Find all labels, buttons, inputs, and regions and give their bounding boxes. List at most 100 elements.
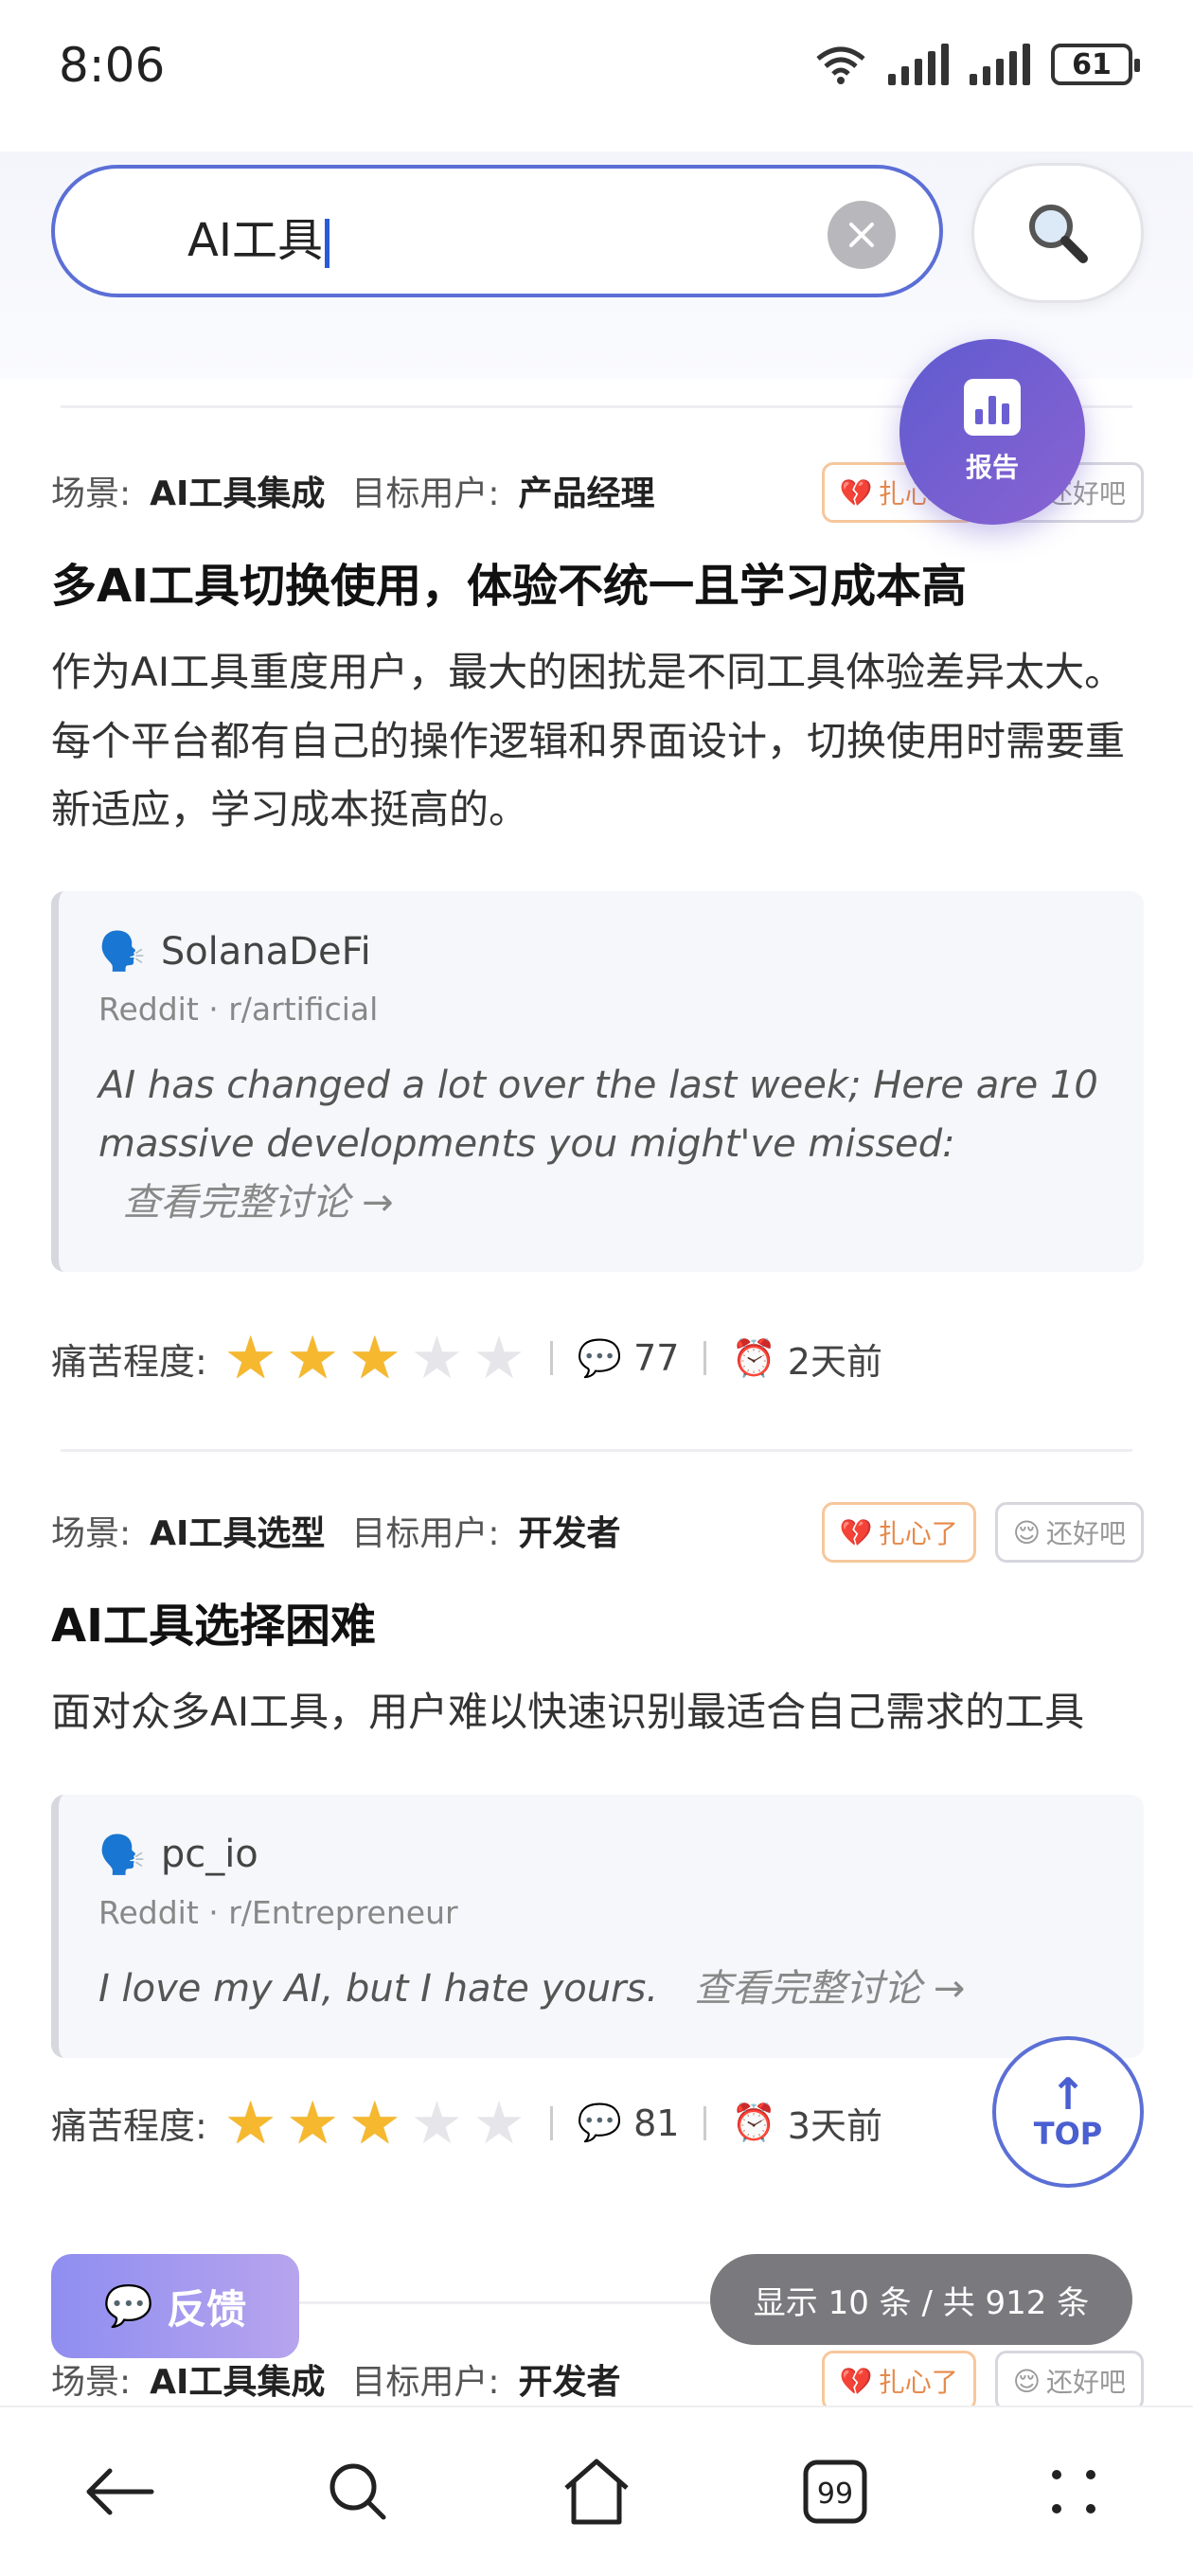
comment-count: 💬 81 [577, 2102, 680, 2144]
svg-text:99: 99 [817, 2478, 853, 2511]
chart-icon [964, 379, 1021, 436]
top-label: TOP [1033, 2116, 1103, 2152]
scene-label: 场景: [51, 2363, 132, 2402]
back-icon [86, 2468, 154, 2515]
scene-label: 场景: [51, 474, 132, 513]
card-meta: 场景: AI工具选型 目标用户: 开发者 💔 扎心了 😌 还好吧 [51, 1502, 1144, 1563]
target-value: 开发者 [518, 1514, 621, 1553]
broken-heart-icon: 💔 [839, 2365, 873, 2397]
star-icon: ★ [410, 2087, 464, 2157]
quote-source: Reddit · r/Entrepreneur [98, 1893, 458, 1931]
pain-label: 痛苦程度: [51, 1340, 207, 1383]
signal-icon-2 [970, 44, 1030, 85]
speech-icon: 🗣️ [98, 1833, 146, 1877]
home-button[interactable] [540, 2435, 653, 2549]
broken-heart-icon: 💔 [839, 1516, 873, 1548]
wifi-icon [816, 46, 865, 84]
relieved-face-icon: 😌 [1012, 2365, 1041, 2397]
tabs-icon: 99 [803, 2460, 867, 2524]
battery-icon: 61 [1051, 44, 1140, 85]
view-discussion-link[interactable]: 查看完整讨论 → [694, 1967, 965, 2011]
quote-user: 🗣️ pc_io [98, 1833, 258, 1877]
target-value: 开发者 [518, 2363, 621, 2402]
speech-icon: 🗣️ [98, 930, 146, 975]
signal-icon [888, 44, 949, 85]
search-icon [329, 2463, 386, 2520]
pain-label: 痛苦程度: [51, 2105, 207, 2148]
home-icon [564, 2459, 629, 2525]
card-title[interactable]: 多AI工具切换使用，体验不统一且学习成本高 [51, 557, 1144, 616]
search-button[interactable] [971, 163, 1144, 303]
comment-icon: 💬 [577, 2102, 623, 2144]
comment-icon: 💬 [103, 2282, 154, 2329]
quote-user: 🗣️ SolanaDeFi [98, 929, 371, 975]
star-icon: ★ [472, 1323, 525, 1393]
star-icon: ★ [223, 2087, 277, 2157]
comment-icon: 💬 [577, 1336, 623, 1379]
scroll-top-button[interactable]: ↑ TOP [992, 2036, 1144, 2188]
back-button[interactable] [62, 2435, 176, 2549]
quote-block: 🗣️ SolanaDeFi Reddit · r/artificial AI ha… [51, 891, 1144, 1273]
feedback-button[interactable]: 💬 反馈 [51, 2254, 299, 2358]
star-icon: ★ [223, 1323, 277, 1393]
target-label: 目标用户: [351, 474, 500, 513]
alarm-icon: ⏰ [731, 1336, 776, 1379]
alarm-icon: ⏰ [731, 2102, 776, 2144]
problem-card: 场景: AI工具集成 目标用户: 开发者 💔 扎心了 😌 还好吧 [51, 2351, 1144, 2411]
star-icon: ★ [286, 1323, 339, 1393]
card-title[interactable]: AI工具选择困难 [51, 1597, 1144, 1655]
divider [61, 1449, 1132, 1452]
post-time: ⏰ 3天前 [731, 2102, 882, 2148]
star-icon: ★ [410, 1323, 464, 1393]
menu-icon [1052, 2470, 1095, 2513]
status-time: 8:06 [59, 38, 166, 93]
problem-card: 场景: AI工具集成 目标用户: 产品经理 💔扎心了 😌还好吧 多AI工具切换使… [51, 462, 1144, 1391]
problem-card: 场景: AI工具选型 目标用户: 开发者 💔 扎心了 😌 还好吧 AI工具选择困难 … [51, 1502, 1144, 2156]
reaction-buttons: 💔扎心了 😌还好吧 [821, 1502, 1144, 1563]
star-icon: ★ [348, 2087, 401, 2157]
scene-label: 场景: [51, 1514, 132, 1553]
separator [703, 1341, 707, 1376]
card-description: 面对众多AI工具，用户难以快速识别最适合自己需求的工具 [51, 1689, 1085, 1736]
scene-value: AI工具选型 [150, 1514, 326, 1553]
status-icons: 61 [814, 44, 1140, 85]
relieved-face-icon: 😌 [1012, 1516, 1041, 1548]
tabs-button[interactable]: 99 [778, 2435, 892, 2549]
pain-row: 痛苦程度: ★ ★ ★ ★ ★ 💬 81 ⏰ 3天前 [51, 2090, 1144, 2156]
quote-source: Reddit · r/artificial [98, 991, 379, 1029]
ok-button[interactable]: 😌还好吧 [994, 2351, 1144, 2411]
search-nav-button[interactable] [301, 2435, 415, 2549]
quote-block: 🗣️ pc_io Reddit · r/Entrepreneur I love m… [51, 1794, 1144, 2058]
scene-value: AI工具集成 [150, 2363, 326, 2402]
star-rating: ★ ★ ★ ★ ★ [223, 2087, 525, 2157]
star-icon: ★ [348, 1323, 401, 1393]
bottom-nav: 99 [0, 2406, 1193, 2576]
feedback-label: 反馈 [167, 2285, 247, 2333]
view-discussion-link[interactable]: 查看完整讨论 → [122, 1181, 393, 1225]
status-bar: 8:06 61 [0, 0, 1193, 133]
report-button[interactable]: 报告 [899, 339, 1085, 525]
report-label: 报告 [965, 452, 1019, 483]
hurt-button[interactable]: 💔 扎心了 [821, 1502, 976, 1563]
arrow-up-icon: ↑ [1049, 2068, 1087, 2120]
quote-text: AI has changed a lot over the last week;… [98, 1064, 1098, 1225]
hurt-button[interactable]: 💔 扎心了 [821, 2351, 976, 2411]
quote-text: I love my AI, but I hate yours. 查看完整讨论 → [98, 1966, 966, 2011]
menu-button[interactable] [1017, 2435, 1131, 2549]
search-input[interactable]: AI工具 [51, 165, 943, 297]
comment-count: 💬 77 [577, 1336, 680, 1380]
card-meta: 场景: AI工具集成 目标用户: 开发者 💔 扎心了 😌 还好吧 [51, 2351, 1144, 2411]
star-rating: ★ ★ ★ ★ ★ [224, 1329, 525, 1387]
post-time: ⏰ 2天前 [731, 1336, 882, 1383]
star-icon: ★ [286, 2087, 339, 2157]
target-label: 目标用户: [351, 1514, 500, 1553]
pain-row: 痛苦程度: ★ ★ ★ ★ ★ 💬 77 ⏰ 2天前 [51, 1325, 1144, 1391]
search-query-text[interactable]: AI工具 [187, 203, 329, 269]
clear-icon[interactable] [828, 201, 896, 269]
scene-value: AI工具集成 [150, 474, 326, 513]
separator [549, 1341, 553, 1376]
ok-button[interactable]: 😌还好吧 [994, 1502, 1144, 1563]
result-count: 显示 10 条 / 共 912 条 [710, 2254, 1132, 2345]
star-icon: ★ [472, 2087, 525, 2157]
separator [549, 2105, 553, 2140]
